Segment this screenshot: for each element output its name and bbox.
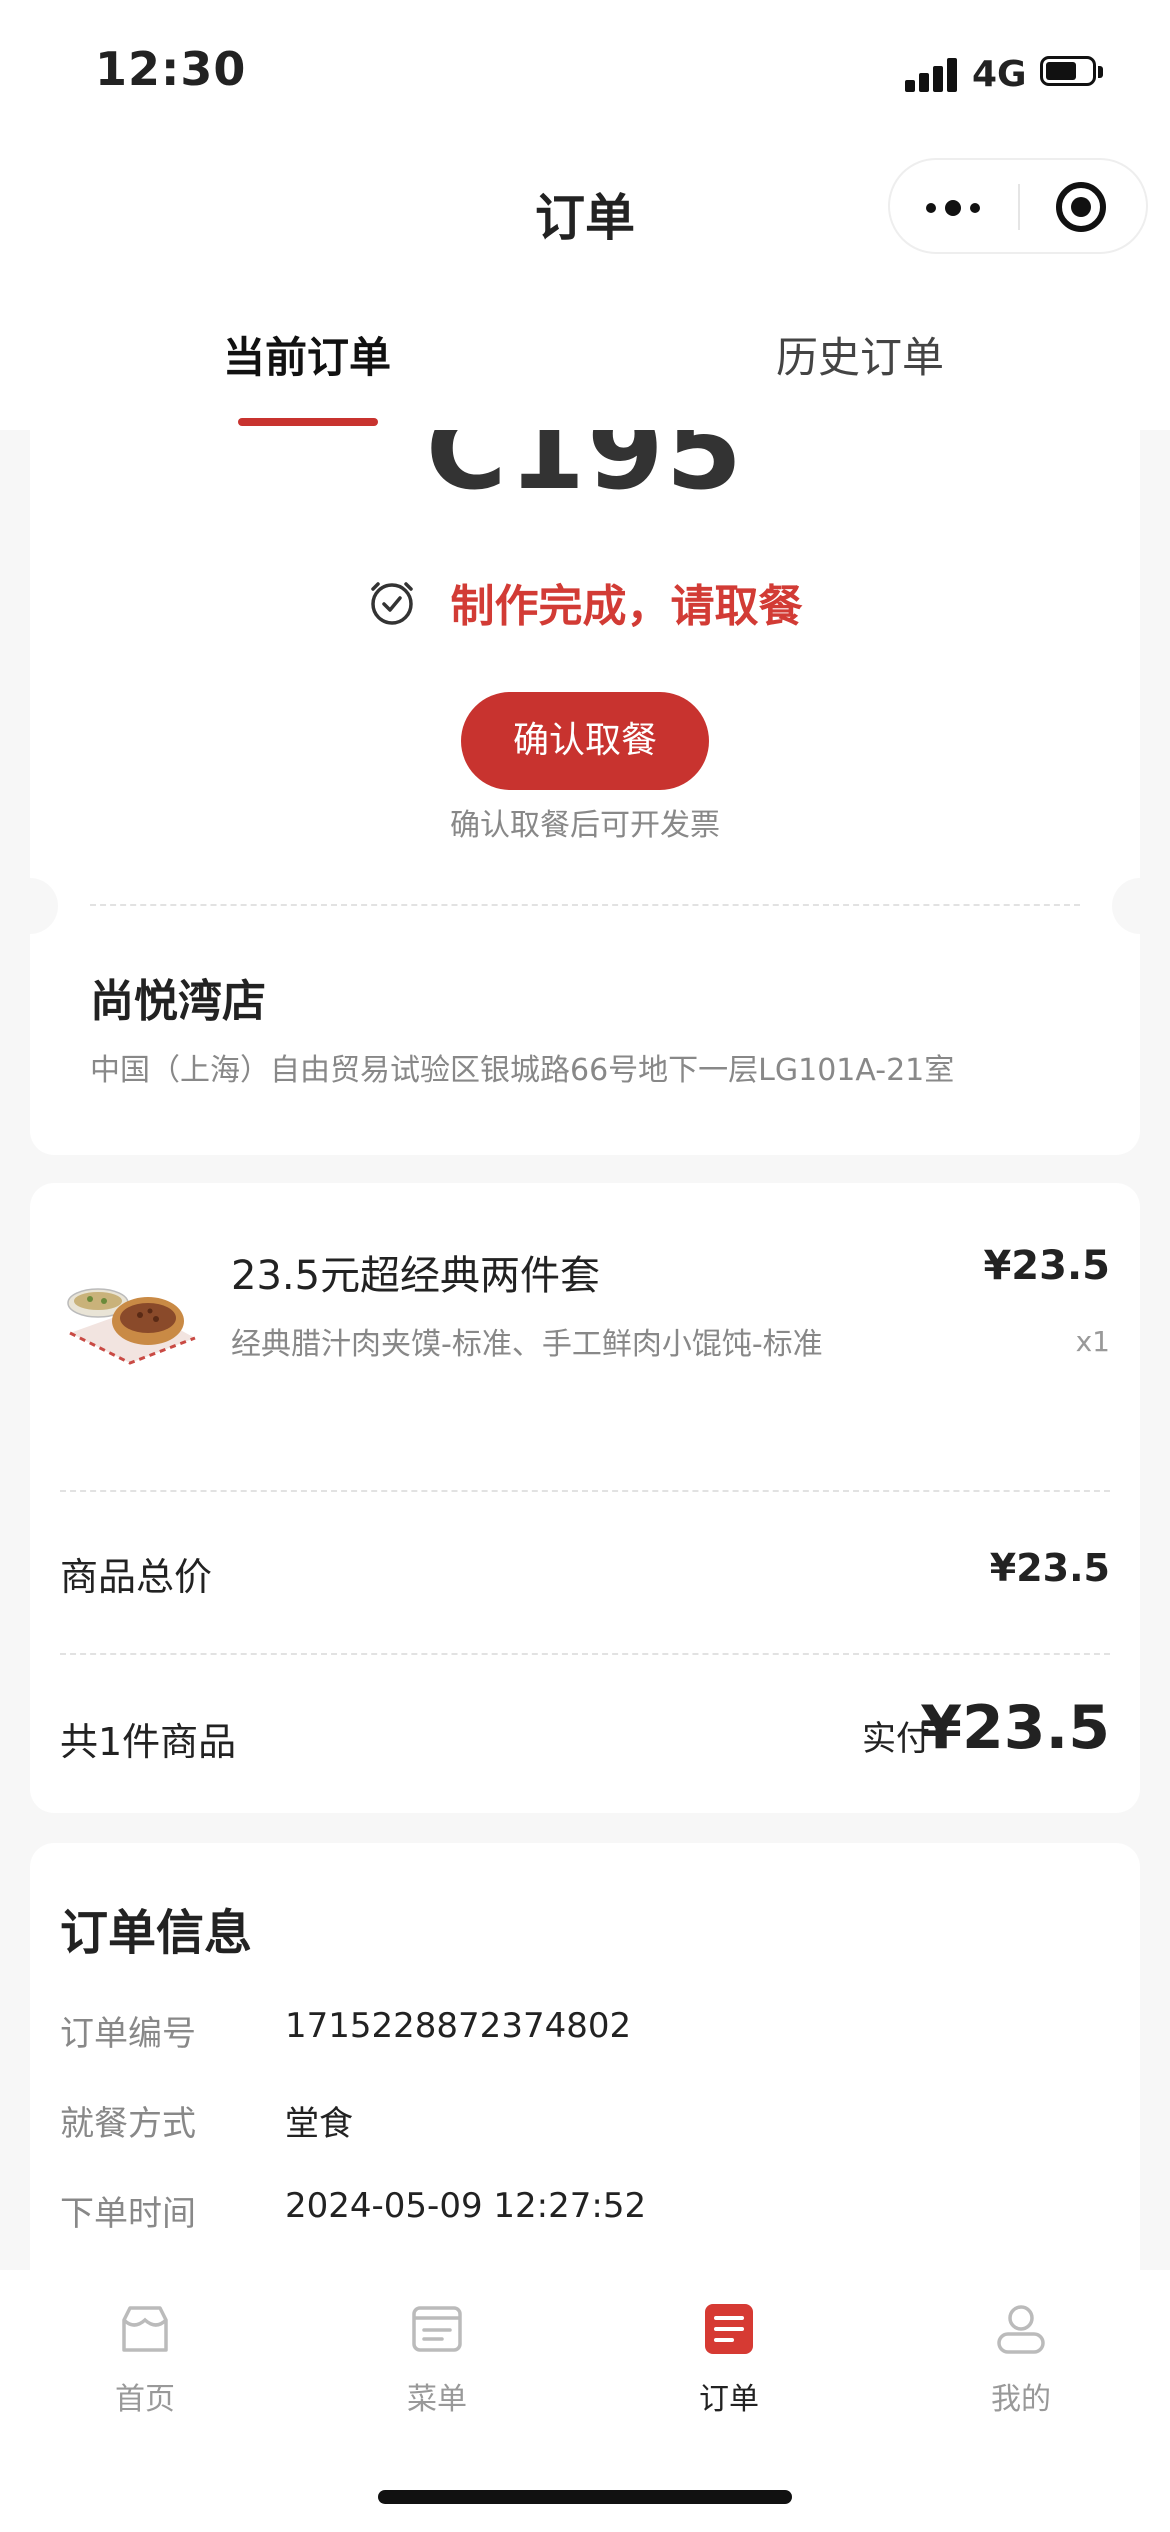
divider — [60, 1653, 1110, 1655]
profile-icon — [997, 2305, 1045, 2354]
timer-check-icon — [371, 582, 414, 625]
tabbar-profile[interactable]: 我的 — [921, 2300, 1121, 2418]
order-number-value: 1715228872374802 — [285, 2006, 632, 2046]
item-name: 23.5元超经典两件套 — [231, 1253, 601, 1299]
nav-bar: 订单 — [0, 140, 1170, 280]
tabbar-home-label: 首页 — [115, 2382, 175, 2417]
more-options-icon[interactable] — [926, 160, 1046, 252]
order-items-card: 23.5元超经典两件套 经典腊汁肉夹馍-标准、手工鲜肉小馄饨-标准 ¥23.5 … — [30, 1183, 1140, 1813]
pickup-card: C195 制作完成，请取餐 确认取餐 确认取餐后可开发票 尚悦湾店 中国（上海）… — [30, 380, 1140, 1155]
total-price-value: ¥23.5 — [989, 1546, 1110, 1590]
order-time-label: 下单时间 — [60, 2194, 196, 2234]
divider — [60, 1490, 1110, 1492]
battery-icon — [1040, 56, 1104, 90]
order-icon — [705, 2304, 753, 2354]
status-text: 制作完成，请取餐 — [450, 581, 803, 632]
invoice-hint: 确认取餐后可开发票 — [450, 808, 720, 843]
close-miniprogram-icon[interactable] — [1056, 182, 1106, 232]
active-tab-indicator — [238, 418, 378, 426]
tabbar-menu-label: 菜单 — [407, 2382, 467, 2417]
item-quantity: x1 — [1075, 1325, 1110, 1358]
menu-icon — [412, 2306, 462, 2352]
order-tabs: 当前订单 历史订单 — [0, 280, 1170, 430]
item-count: 共1件商品 — [60, 1720, 237, 1764]
item-price: ¥23.5 — [983, 1243, 1110, 1289]
order-info-title: 订单信息 — [60, 1905, 253, 1961]
order-info-card: 订单信息 订单编号 1715228872374802 就餐方式 堂食 下单时间 … — [30, 1843, 1140, 2303]
confirm-pickup-button[interactable]: 确认取餐 — [461, 692, 709, 790]
total-price-label: 商品总价 — [60, 1555, 213, 1599]
dining-method-value: 堂食 — [285, 2104, 353, 2144]
store-icon — [122, 2306, 168, 2352]
status-bar: 12:30 4G — [0, 0, 1170, 140]
mini-program-capsule — [888, 158, 1148, 254]
tab-current-orders[interactable]: 当前订单 — [107, 324, 507, 385]
paid-amount: ¥23.5 — [920, 1693, 1110, 1763]
dining-method-label: 就餐方式 — [60, 2104, 196, 2144]
home-indicator — [378, 2490, 792, 2504]
ticket-notch-right — [1112, 878, 1140, 934]
status-time: 12:30 — [95, 42, 247, 96]
ticket-notch-left — [30, 878, 58, 934]
combo-meal-image — [67, 1288, 196, 1365]
item-description: 经典腊汁肉夹馍-标准、手工鲜肉小馄饨-标准 — [231, 1327, 823, 1362]
store-address: 中国（上海）自由贸易试验区银城路66号地下一层LG101A-21室 — [90, 1053, 955, 1088]
capsule-divider — [1018, 184, 1020, 230]
network-type: 4G — [972, 54, 1027, 95]
tabbar-home[interactable]: 首页 — [45, 2300, 245, 2418]
divider — [90, 904, 1080, 906]
tab-history-orders[interactable]: 历史订单 — [660, 324, 1060, 385]
signal-icon — [905, 56, 959, 92]
order-time-value: 2024-05-09 12:27:52 — [285, 2186, 647, 2226]
order-number-label: 订单编号 — [60, 2014, 196, 2054]
tabbar-orders[interactable]: 订单 — [629, 2300, 829, 2418]
tabbar-orders-label: 订单 — [699, 2382, 759, 2417]
tabbar-profile-label: 我的 — [991, 2382, 1051, 2417]
order-status-row: 制作完成，请取餐 — [30, 570, 1140, 634]
store-name: 尚悦湾店 — [90, 976, 266, 1027]
tabbar-menu[interactable]: 菜单 — [337, 2300, 537, 2418]
